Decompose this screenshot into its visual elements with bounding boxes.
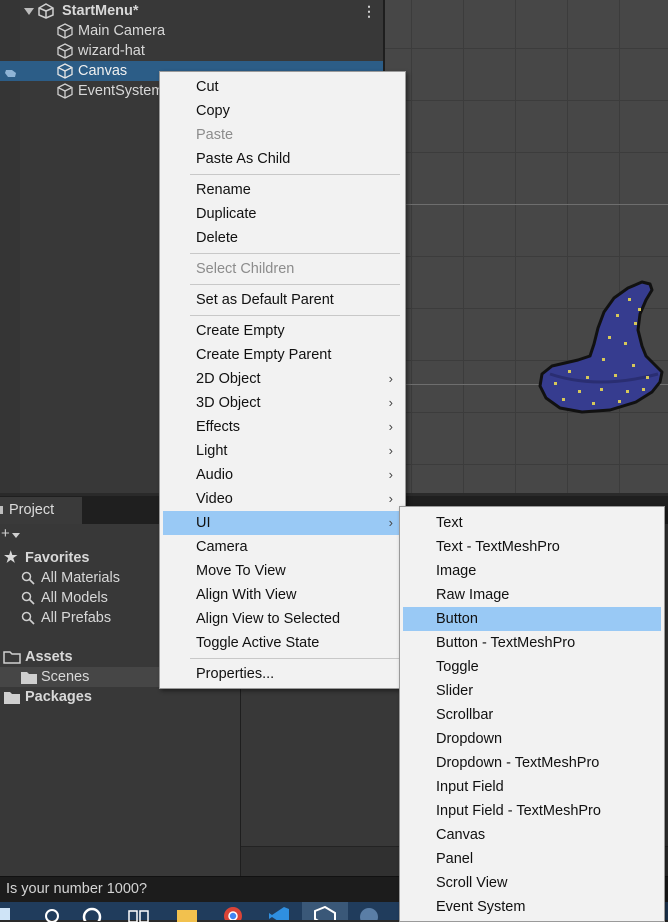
windows-start-icon[interactable] [0, 908, 10, 920]
chevron-right-icon: › [388, 443, 393, 458]
menu-item-align-view-to-selected[interactable]: Align View to Selected [160, 607, 405, 631]
gameobject-cube-icon [57, 23, 73, 39]
chevron-right-icon: › [388, 467, 393, 482]
ui-submenu: Text Text - TextMeshPro Image Raw Image … [399, 506, 665, 922]
menu-item-copy[interactable]: Copy [160, 99, 405, 123]
chevron-right-icon: › [388, 515, 393, 530]
unity-scene-icon [38, 3, 54, 19]
menu-item-paste: Paste [196, 127, 234, 143]
menu-separator [190, 253, 400, 254]
hierarchy-item-label: wizard-hat [78, 43, 145, 59]
scene-view[interactable] [385, 0, 668, 493]
submenu-item-input-field[interactable]: Input Field [400, 775, 664, 799]
hierarchy-item-label: Main Camera [78, 23, 166, 39]
gameobject-cube-icon [57, 83, 73, 99]
menu-item-select-children: Select Children [196, 261, 295, 277]
submenu-item-text-textmeshpro[interactable]: Text - TextMeshPro [400, 535, 664, 559]
submenu-item-button-textmeshpro[interactable]: Button - TextMeshPro [400, 631, 664, 655]
hand-pointer-icon [5, 70, 16, 77]
submenu-item-scrollbar[interactable]: Scrollbar [400, 703, 664, 727]
unity-icon[interactable] [314, 906, 336, 920]
steam-icon[interactable] [358, 906, 380, 920]
menu-item-audio[interactable]: Audio › [160, 463, 405, 487]
scene-axis-line [385, 204, 668, 205]
status-message: Is your number 1000? [6, 881, 148, 897]
menu-item-create-empty[interactable]: Create Empty [160, 319, 405, 343]
vscode-icon[interactable] [268, 906, 290, 920]
menu-item-rename[interactable]: Rename [160, 178, 405, 202]
folder-icon [21, 672, 37, 684]
menu-item-move-to-view[interactable]: Move To View [160, 559, 405, 583]
search-icon [21, 591, 35, 605]
menu-item-delete[interactable]: Delete [160, 226, 405, 250]
hierarchy-item-label: EventSystem [78, 83, 160, 99]
hierarchy-scene-row[interactable]: StartMenu* ⋮ [0, 1, 383, 21]
menu-item-properties[interactable]: Properties... [160, 662, 405, 686]
menu-item-paste-as-child[interactable]: Paste As Child [160, 147, 405, 171]
hierarchy-item-wizard-hat[interactable]: wizard-hat [0, 41, 383, 61]
kebab-menu-icon[interactable]: ⋮ [362, 1, 376, 21]
submenu-item-image[interactable]: Image [400, 559, 664, 583]
folder-tab-icon [0, 506, 3, 514]
foldout-arrow-icon[interactable] [24, 7, 34, 17]
menu-item-duplicate[interactable]: Duplicate [160, 202, 405, 226]
submenu-item-panel[interactable]: Panel [400, 847, 664, 871]
submenu-item-dropdown-textmeshpro[interactable]: Dropdown - TextMeshPro [400, 751, 664, 775]
submenu-item-canvas[interactable]: Canvas [400, 823, 664, 847]
plus-icon[interactable]: + [1, 525, 10, 542]
search-icon [21, 611, 35, 625]
menu-separator [190, 658, 400, 659]
submenu-item-button[interactable]: Button [403, 607, 661, 631]
hierarchy-item-main-camera[interactable]: Main Camera [0, 21, 383, 41]
hierarchy-item-label: Canvas [78, 63, 128, 79]
menu-item-2d-object[interactable]: 2D Object › [160, 367, 405, 391]
menu-item-set-default-parent[interactable]: Set as Default Parent [160, 288, 405, 312]
search-icon [21, 571, 35, 585]
menu-item-camera[interactable]: Camera [160, 535, 405, 559]
gameobject-cube-icon [57, 43, 73, 59]
hierarchy-item-eventsystem[interactable]: EventSystem [0, 81, 160, 101]
cortana-icon[interactable] [82, 907, 102, 921]
wizard-hat-sprite[interactable] [538, 278, 664, 414]
submenu-item-input-field-textmeshpro[interactable]: Input Field - TextMeshPro [400, 799, 664, 823]
menu-item-create-empty-parent[interactable]: Create Empty Parent [160, 343, 405, 367]
chevron-right-icon: › [388, 419, 393, 434]
menu-item-cut[interactable]: Cut [160, 75, 405, 99]
submenu-item-text[interactable]: Text [400, 511, 664, 535]
menu-separator [190, 284, 400, 285]
menu-item-align-with-view[interactable]: Align With View [160, 583, 405, 607]
tab-project[interactable]: Project [0, 497, 82, 524]
menu-item-effects[interactable]: Effects › [160, 415, 405, 439]
chevron-right-icon: › [388, 371, 393, 386]
submenu-item-slider[interactable]: Slider [400, 679, 664, 703]
menu-separator [190, 315, 400, 316]
submenu-item-dropdown[interactable]: Dropdown [400, 727, 664, 751]
gameobject-cube-icon [57, 63, 73, 79]
submenu-item-toggle[interactable]: Toggle [400, 655, 664, 679]
context-menu: Cut Copy Paste Paste As Child Rename Dup… [159, 71, 406, 689]
menu-separator [190, 174, 400, 175]
folder-icon [4, 692, 20, 704]
chevron-right-icon: › [388, 491, 393, 506]
submenu-item-scroll-view[interactable]: Scroll View [400, 871, 664, 895]
menu-item-toggle-active-state[interactable]: Toggle Active State [160, 631, 405, 655]
chrome-icon[interactable] [223, 906, 243, 920]
menu-item-ui[interactable]: UI › [163, 511, 402, 535]
scene-title: StartMenu* [62, 3, 139, 19]
chevron-right-icon: › [388, 395, 393, 410]
submenu-item-raw-image[interactable]: Raw Image [400, 583, 664, 607]
dropdown-arrow-icon[interactable] [12, 533, 20, 539]
star-icon: ★ [4, 549, 18, 566]
menu-item-video[interactable]: Video › [160, 487, 405, 511]
menu-item-light[interactable]: Light › [160, 439, 405, 463]
submenu-item-event-system[interactable]: Event System [400, 895, 664, 919]
menu-item-3d-object[interactable]: 3D Object › [160, 391, 405, 415]
folder-open-icon [3, 651, 21, 664]
